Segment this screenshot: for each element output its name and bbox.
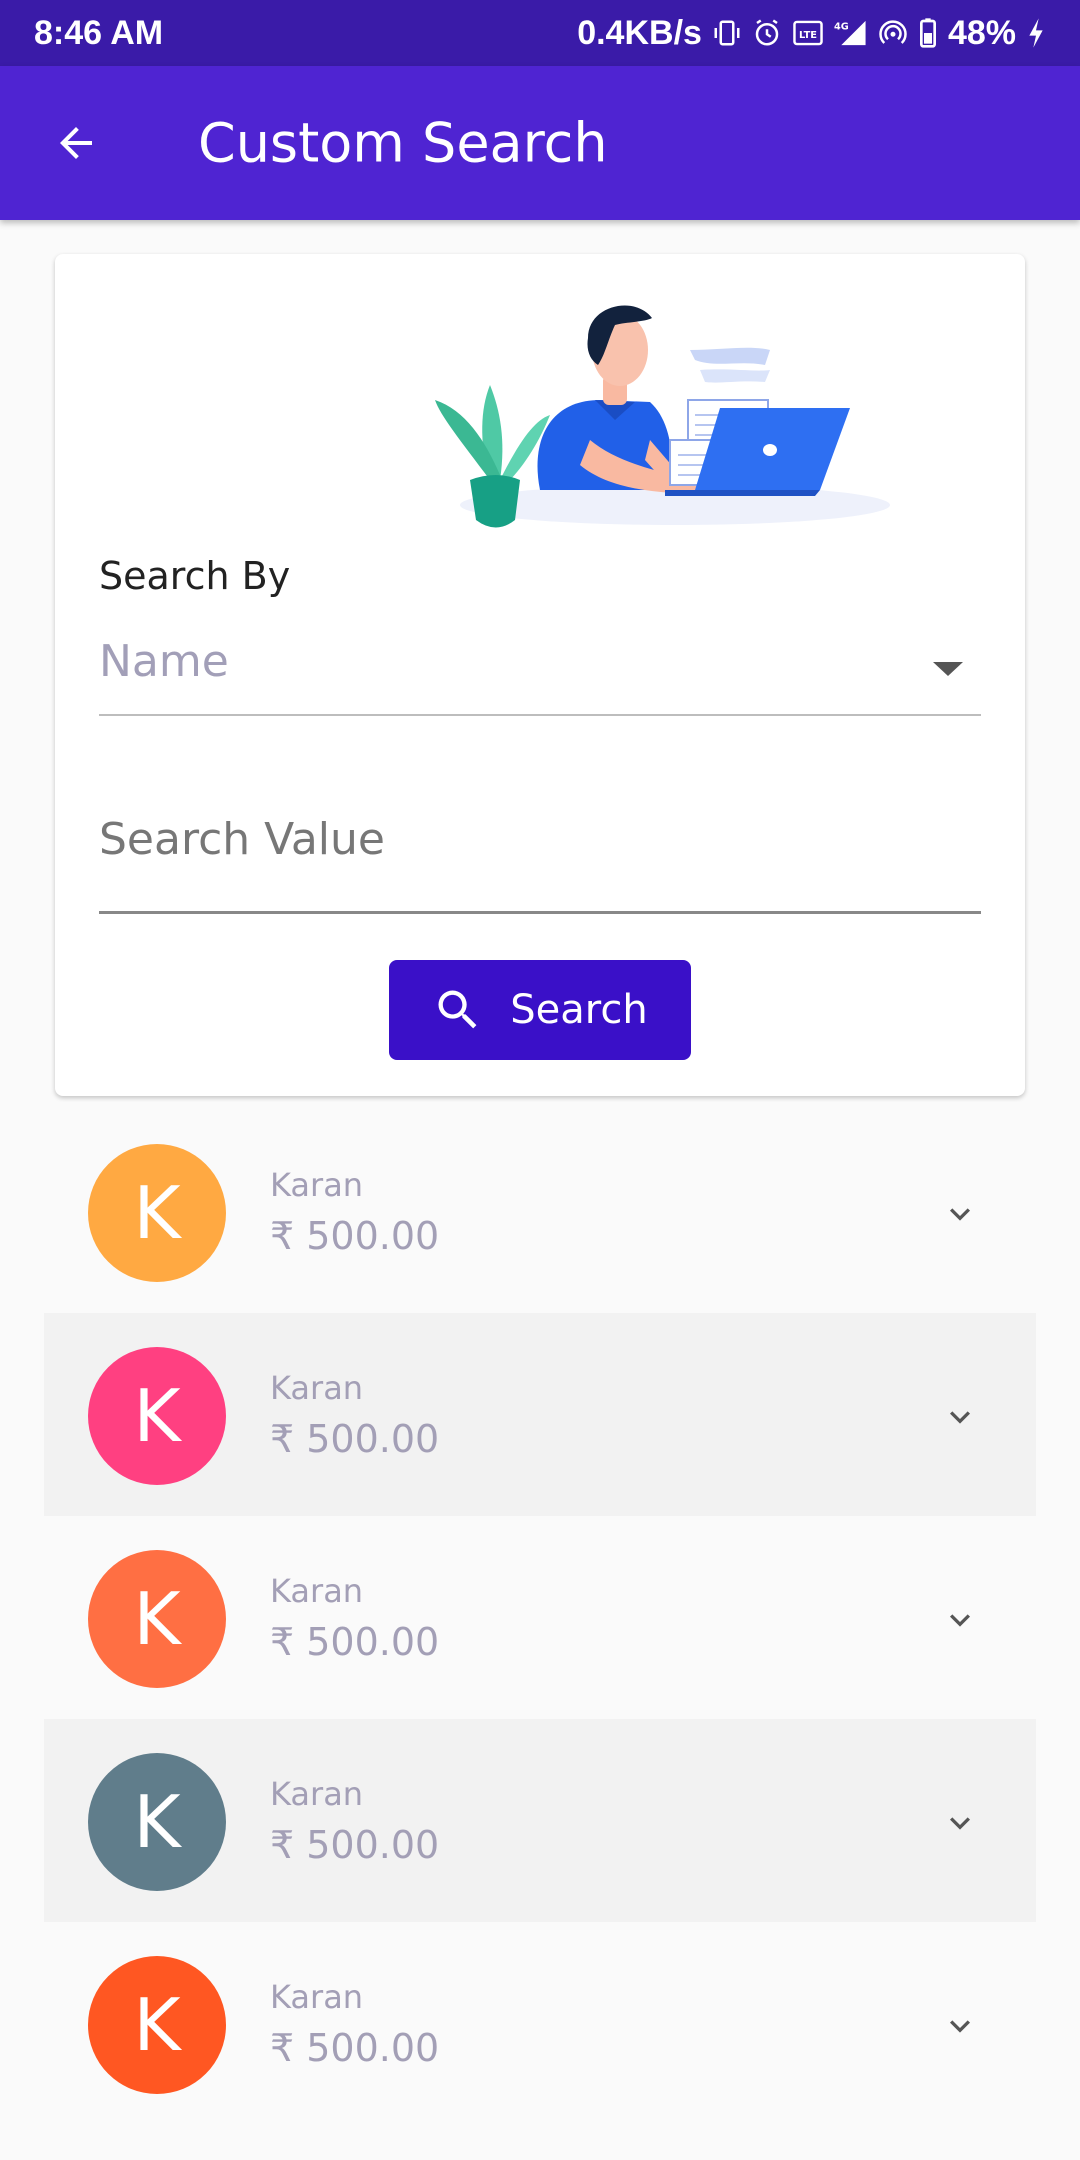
app-bar: Custom Search (0, 66, 1080, 220)
search-icon (438, 990, 477, 1029)
search-button-label: Search (510, 987, 648, 1033)
search-by-selected-value: Name (99, 636, 229, 687)
back-button[interactable] (46, 113, 106, 173)
item-name: Karan (270, 1166, 364, 1204)
avatar: K (88, 1753, 226, 1891)
avatar: K (88, 1144, 226, 1282)
item-amount: ₹ 500.00 (270, 1620, 440, 1664)
status-icons: 0.4KB/s LTE 4G 48% (577, 14, 1046, 53)
battery-percent: 48% (947, 13, 1016, 52)
item-amount: ₹ 500.00 (270, 1823, 440, 1867)
avatar: K (88, 1956, 226, 2094)
status-bar: 8:46 AM 0.4KB/s LTE 4G 48% (0, 0, 1080, 66)
list-item[interactable]: K Karan ₹ 500.00 (44, 1516, 1036, 1719)
list-item[interactable]: K Karan ₹ 500.00 (44, 1719, 1036, 1922)
page-title: Custom Search (198, 111, 608, 175)
chevron-down-icon[interactable] (940, 1600, 980, 1640)
status-time: 8:46 AM (34, 13, 164, 52)
item-amount: ₹ 500.00 (270, 2026, 440, 2070)
signal-icon: 4G (834, 18, 868, 48)
list-item[interactable]: K Karan ₹ 500.00 (44, 1313, 1036, 1516)
search-by-dropdown[interactable]: Name (99, 606, 981, 716)
search-value-field[interactable] (99, 774, 981, 914)
network-speed: 0.4KB/s (577, 13, 702, 52)
list-item[interactable]: K Karan ₹ 500.00 (44, 1110, 1036, 1313)
item-name: Karan (270, 1775, 364, 1813)
vibrate-icon (712, 18, 742, 48)
volte-icon: LTE (792, 18, 824, 48)
chevron-down-icon[interactable] (940, 1803, 980, 1843)
avatar: K (88, 1347, 226, 1485)
chevron-down-icon[interactable] (940, 1397, 980, 1437)
chevron-down-icon[interactable] (940, 2006, 980, 2046)
arrow-back-icon (60, 127, 92, 159)
search-button[interactable]: Search (389, 960, 691, 1060)
item-name: Karan (270, 1978, 364, 2016)
person-laptop-illustration (435, 305, 890, 528)
results-list: K Karan ₹ 500.00 K Karan ₹ 500.00 K Kara… (44, 1110, 1036, 2125)
item-name: Karan (270, 1572, 364, 1610)
avatar: K (88, 1550, 226, 1688)
network-type-label: 4G (834, 21, 849, 32)
alarm-icon (752, 18, 782, 48)
chevron-down-icon[interactable] (940, 1194, 980, 1234)
item-amount: ₹ 500.00 (270, 1417, 440, 1461)
charging-icon (1026, 17, 1046, 49)
list-item[interactable]: K Karan ₹ 500.00 (44, 1922, 1036, 2125)
search-card: Search By Name Search (55, 254, 1025, 1096)
item-amount: ₹ 500.00 (270, 1214, 440, 1258)
search-value-input[interactable] (99, 814, 981, 865)
battery-icon (918, 17, 938, 49)
item-name: Karan (270, 1369, 364, 1407)
dropdown-arrow-icon (933, 662, 963, 676)
svg-text:LTE: LTE (799, 30, 817, 41)
hotspot-icon (878, 18, 908, 48)
search-by-label: Search By (99, 554, 291, 598)
